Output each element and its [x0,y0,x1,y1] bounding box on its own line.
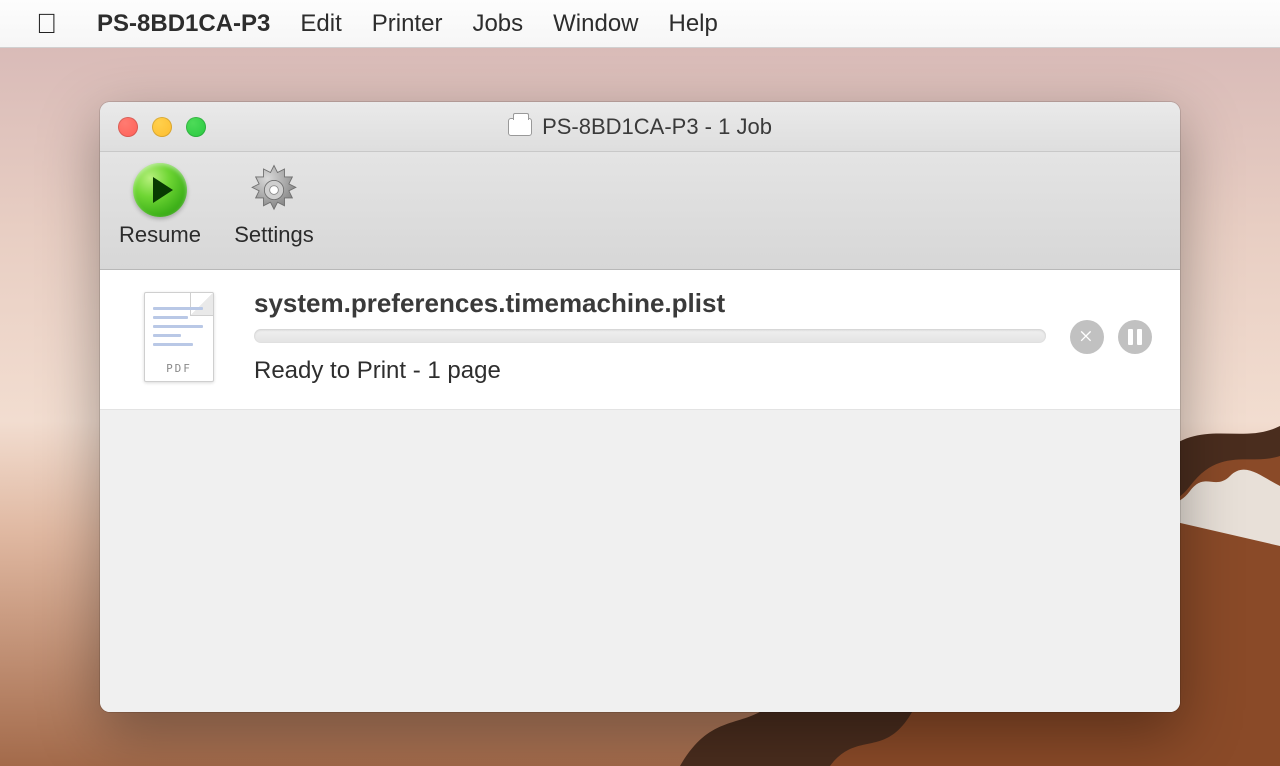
apple-menu-icon[interactable]:  [36,8,57,40]
menu-window[interactable]: Window [553,10,638,38]
menu-help[interactable]: Help [669,10,718,38]
pause-job-button[interactable] [1118,320,1152,354]
window-titlebar[interactable]: PS-8BD1CA-P3 - 1 Job [100,102,1180,152]
window-toolbar: Resume [100,152,1180,270]
job-list: PDF system.preferences.timemachine.plist… [100,270,1180,712]
job-row[interactable]: PDF system.preferences.timemachine.plist… [100,270,1180,410]
job-title: system.preferences.timemachine.plist [254,288,1046,319]
pause-icon [1128,329,1142,345]
job-main: system.preferences.timemachine.plist Rea… [254,288,1046,385]
settings-button[interactable]: Settings [226,162,322,248]
resume-label: Resume [119,222,201,248]
play-icon [133,163,187,217]
menu-jobs[interactable]: Jobs [472,10,523,38]
resume-button[interactable]: Resume [112,162,208,248]
close-icon [1078,328,1096,346]
window-title: PS-8BD1CA-P3 - 1 Job [100,114,1180,140]
gear-icon [246,162,302,218]
menubar-app-name[interactable]: PS-8BD1CA-P3 [97,10,270,38]
cancel-job-button[interactable] [1070,320,1104,354]
window-minimize-button[interactable] [152,117,172,137]
settings-label: Settings [234,222,314,248]
printer-proxy-icon [508,118,532,136]
window-traffic-lights [118,117,206,137]
window-close-button[interactable] [118,117,138,137]
menu-edit[interactable]: Edit [300,10,341,38]
document-ext: PDF [145,362,213,375]
system-menubar:  PS-8BD1CA-P3 Edit Printer Jobs Window … [0,0,1280,48]
job-actions [1070,320,1152,354]
window-title-text: PS-8BD1CA-P3 - 1 Job [542,114,772,140]
document-icon: PDF [144,292,214,382]
window-zoom-button[interactable] [186,117,206,137]
job-status: Ready to Print - 1 page [254,357,1046,385]
job-progress-bar [254,329,1046,343]
printer-queue-window: PS-8BD1CA-P3 - 1 Job Resume [100,102,1180,712]
menu-printer[interactable]: Printer [372,10,443,38]
